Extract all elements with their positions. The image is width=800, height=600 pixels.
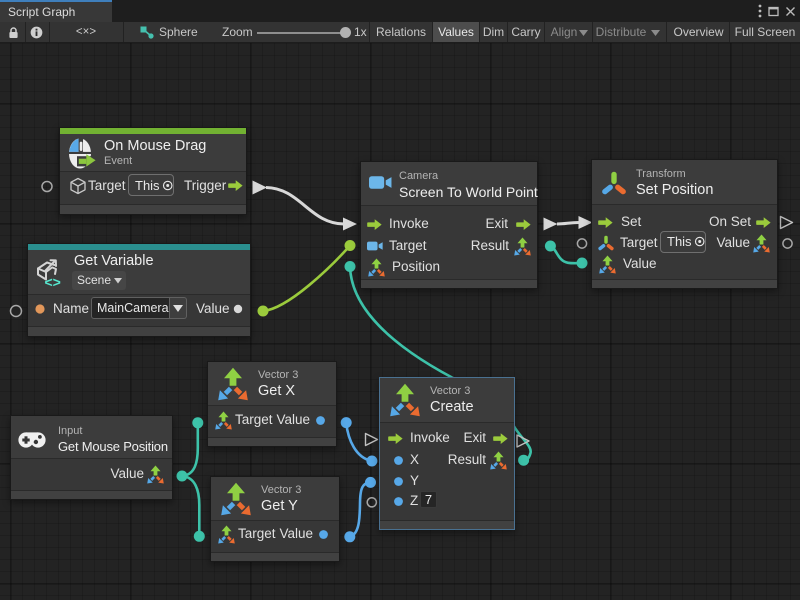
svg-text:<>: <> xyxy=(45,274,61,288)
